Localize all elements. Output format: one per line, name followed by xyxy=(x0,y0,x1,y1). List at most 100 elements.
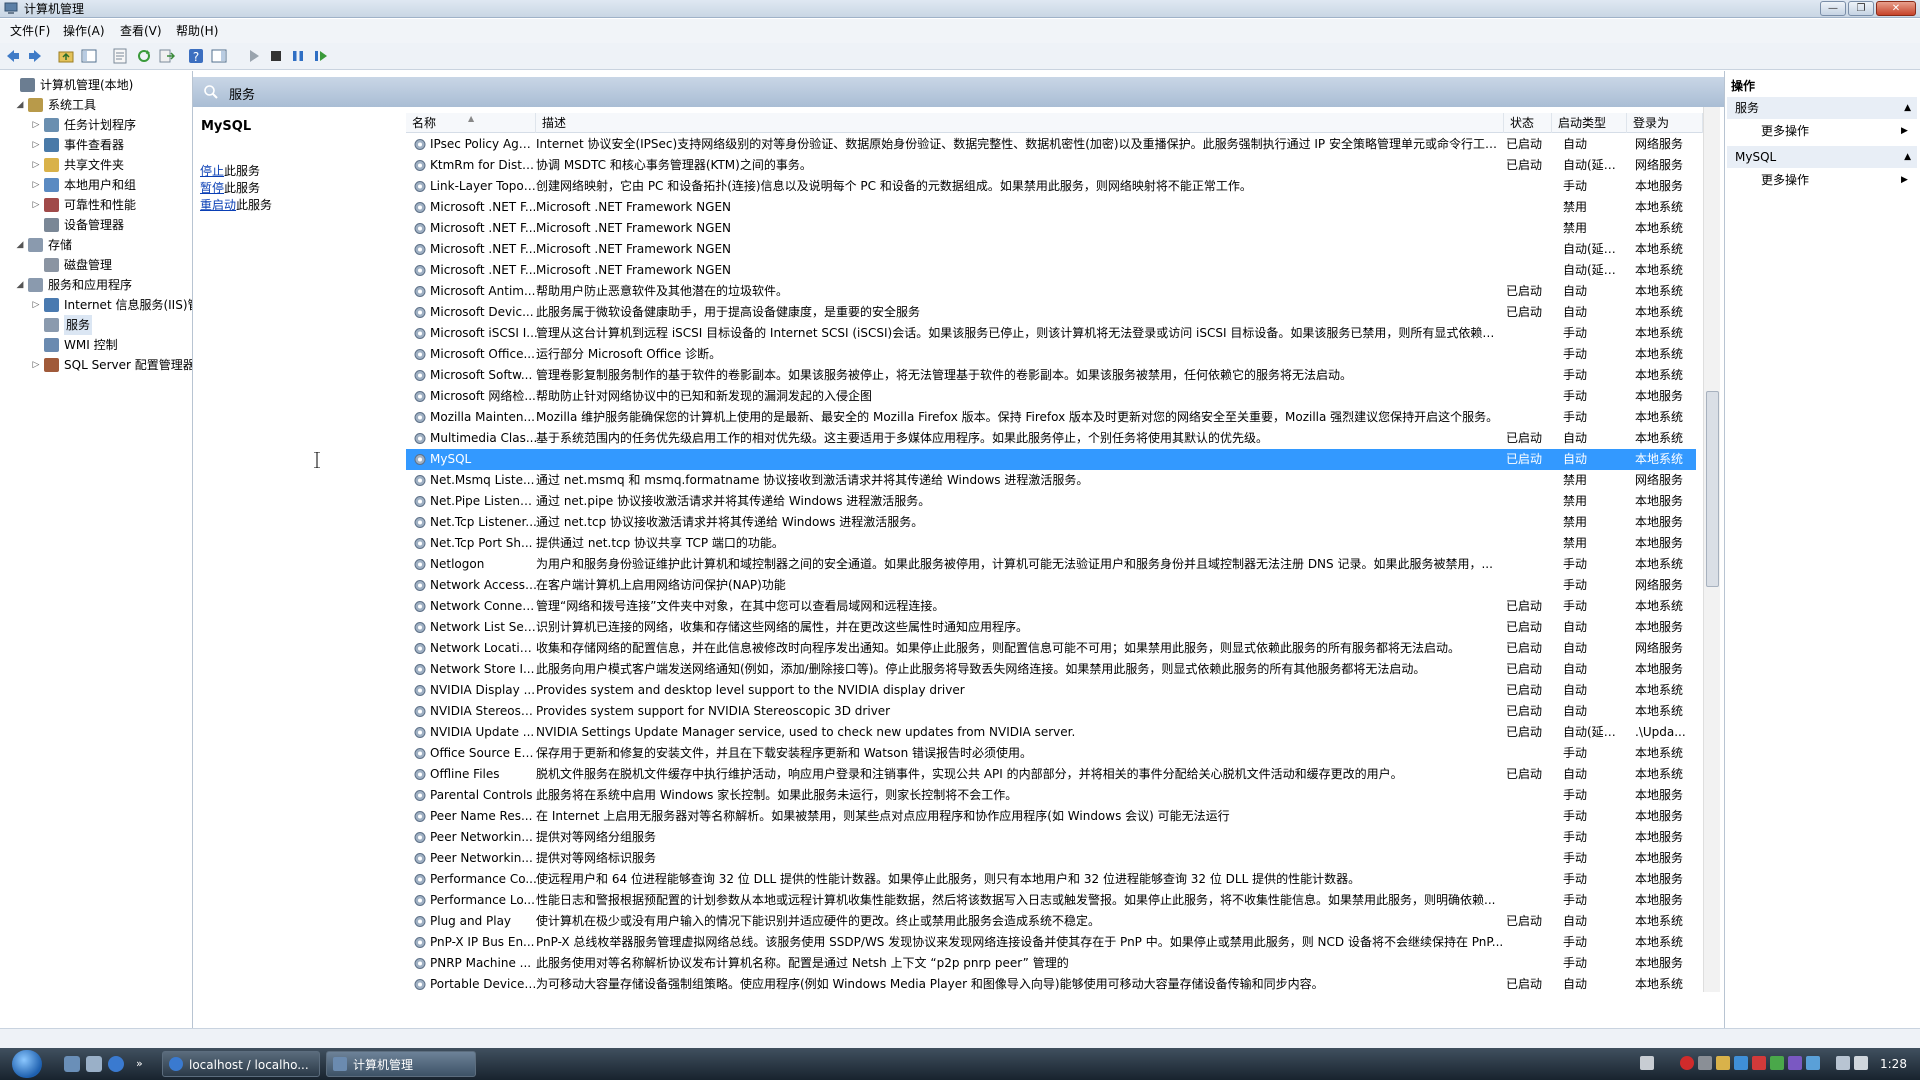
collapse-arrow-icon[interactable]: ◢ xyxy=(14,95,26,115)
start-service-icon[interactable] xyxy=(246,48,262,64)
table-row[interactable]: MySQL 已启动 自动 本地系统 xyxy=(406,449,1696,470)
column-header-description[interactable]: 描述 xyxy=(536,113,1504,133)
table-row[interactable]: Microsoft .NET F... Microsoft .NET Framew… xyxy=(406,197,1696,218)
column-header-startup-type[interactable]: 启动类型 xyxy=(1552,113,1627,133)
task-computer-management[interactable]: 计算机管理 xyxy=(326,1051,476,1077)
show-desktop-icon[interactable] xyxy=(64,1056,80,1072)
volume-icon[interactable] xyxy=(1854,1056,1868,1070)
program-icon[interactable] xyxy=(1698,1056,1712,1070)
expand-arrow-icon[interactable]: ▷ xyxy=(30,355,42,375)
close-button[interactable]: ✕ xyxy=(1876,1,1916,16)
restart-service-icon[interactable] xyxy=(313,48,329,64)
more-actions-mysql[interactable]: 更多操作 ▶ xyxy=(1761,169,1908,191)
table-row[interactable]: Microsoft Antim... 帮助用户防止恶意软件及其他潜在的垃圾软件。 已… xyxy=(406,281,1696,302)
column-header-name[interactable]: ▲ 名称 xyxy=(406,113,536,133)
table-row[interactable]: PNRP Machine ... 此服务使用对等名称解析协议发布计算机名称。配置是… xyxy=(406,953,1696,974)
table-row[interactable]: Office Source En... 保存用于更新和修复的安装文件，并且在下载安… xyxy=(406,743,1696,764)
table-row[interactable]: NVIDIA Display ... Provides system and de… xyxy=(406,680,1696,701)
properties-icon[interactable] xyxy=(112,48,128,64)
clock[interactable]: 1:28 xyxy=(1880,1048,1907,1080)
export-list-icon[interactable] xyxy=(159,48,175,64)
expand-arrow-icon[interactable]: ▷ xyxy=(30,295,42,315)
table-row[interactable]: Net.Pipe Listene... 通过 net.pipe 协议接收激活请求并… xyxy=(406,491,1696,512)
keyboard-icon[interactable] xyxy=(1640,1056,1654,1070)
refresh-icon[interactable] xyxy=(136,48,152,64)
pause-service-link[interactable]: 暂停 xyxy=(200,181,224,195)
table-row[interactable]: IPsec Policy Agent Internet 协议安全(IPSec)支持… xyxy=(406,134,1696,155)
table-row[interactable]: Network Locatio... 收集和存储网络的配置信息，并在此信息被修改时… xyxy=(406,638,1696,659)
table-row[interactable]: Microsoft Office... 运行部分 Microsoft Office… xyxy=(406,344,1696,365)
up-folder-icon[interactable] xyxy=(58,48,74,64)
table-row[interactable]: Network Access ... 在客户端计算机上启用网络访问保护(NAP)功… xyxy=(406,575,1696,596)
menu-file[interactable]: 文件(F) xyxy=(10,23,50,39)
forward-icon[interactable] xyxy=(27,48,43,64)
table-row[interactable]: Microsoft .NET F... Microsoft .NET Framew… xyxy=(406,239,1696,260)
table-row[interactable]: Microsoft Softw... 管理卷影复制服务制作的基于软件的卷影副本。如… xyxy=(406,365,1696,386)
maximize-button[interactable]: ❐ xyxy=(1848,1,1874,16)
table-row[interactable]: KtmRm for Distri... 协调 MSDTC 和核心事务管理器(KTM… xyxy=(406,155,1696,176)
table-row[interactable]: NVIDIA Update ... NVIDIA Settings Update … xyxy=(406,722,1696,743)
table-row[interactable]: Network List Ser... 识别计算机已连接的网络，收集和存储这些网络… xyxy=(406,617,1696,638)
minimize-button[interactable]: — xyxy=(1820,1,1846,16)
more-actions-services[interactable]: 更多操作 ▶ xyxy=(1761,120,1908,142)
app-tray-icon[interactable] xyxy=(1788,1056,1802,1070)
expand-arrow-icon[interactable]: ▷ xyxy=(30,175,42,195)
column-header-log-on-as[interactable]: 登录为 xyxy=(1627,113,1703,133)
show-tree-icon[interactable] xyxy=(81,48,97,64)
show-action-pane-icon[interactable] xyxy=(211,48,227,64)
start-button[interactable] xyxy=(12,1050,42,1078)
column-header-status[interactable]: 状态 xyxy=(1504,113,1552,133)
task-browser[interactable]: localhost / localho... xyxy=(162,1051,320,1077)
collapse-arrow-icon[interactable]: ◢ xyxy=(14,235,26,255)
table-row[interactable]: Peer Name Res... 在 Internet 上启用无服务器对等名称解析… xyxy=(406,806,1696,827)
expand-arrow-icon[interactable]: ▷ xyxy=(30,195,42,215)
table-row[interactable]: Net.Tcp Port Sh... 提供通过 net.tcp 协议共享 TCP … xyxy=(406,533,1696,554)
table-row[interactable]: Multimedia Clas... 基于系统范围内的任务优先级启用工作的相对优先… xyxy=(406,428,1696,449)
table-row[interactable]: Microsoft Devic... 此服务属于微软设备健康助手，用于提高设备健康… xyxy=(406,302,1696,323)
network-status-icon[interactable] xyxy=(1836,1056,1850,1070)
stop-service-link[interactable]: 停止 xyxy=(200,164,224,178)
stop-service-icon[interactable] xyxy=(268,48,284,64)
menu-help[interactable]: 帮助(H) xyxy=(176,23,218,39)
table-row[interactable]: Netlogon 为用户和服务身份验证维护此计算机和域控制器之间的安全通道。如果此… xyxy=(406,554,1696,575)
expand-arrow-icon[interactable]: ▷ xyxy=(30,155,42,175)
notification-icon[interactable] xyxy=(1716,1056,1730,1070)
table-row[interactable]: Performance Lo... 性能日志和警报根据预配置的计划参数从本地或远程… xyxy=(406,890,1696,911)
security-alert-icon[interactable] xyxy=(1680,1056,1694,1070)
menu-view[interactable]: 查看(V) xyxy=(120,23,162,39)
restart-service-link[interactable]: 重启动 xyxy=(200,198,236,212)
table-row[interactable]: Peer Networkin... 提供对等网络分组服务 手动 本地服务 xyxy=(406,827,1696,848)
update-icon[interactable] xyxy=(1770,1056,1784,1070)
action-group-mysql[interactable]: MySQL ▲ xyxy=(1727,146,1917,168)
table-row[interactable]: Microsoft 网络检... 帮助防止针对网络协议中的已知和新发现的漏洞发起的… xyxy=(406,386,1696,407)
internet-explorer-icon[interactable] xyxy=(108,1056,124,1072)
network-icon[interactable] xyxy=(1734,1056,1748,1070)
table-row[interactable]: Microsoft .NET F... Microsoft .NET Framew… xyxy=(406,260,1696,281)
display-icon[interactable] xyxy=(1806,1056,1820,1070)
action-group-services[interactable]: 服务 ▲ xyxy=(1727,97,1917,119)
switch-windows-icon[interactable] xyxy=(86,1056,102,1072)
table-row[interactable]: Peer Networkin... 提供对等网络标识服务 手动 本地服务 xyxy=(406,848,1696,869)
quick-launch-expand-icon[interactable]: » xyxy=(136,1056,152,1072)
table-row[interactable]: Net.Tcp Listener... 通过 net.tcp 协议接收激活请求并将… xyxy=(406,512,1696,533)
table-row[interactable]: Portable Device ... 为可移动大容量存储设备强制组策略。使应用程… xyxy=(406,974,1696,992)
menu-action[interactable]: 操作(A) xyxy=(63,23,105,39)
list-vertical-scrollbar[interactable] xyxy=(1703,107,1720,992)
expand-arrow-icon[interactable]: ▷ xyxy=(30,135,42,155)
table-row[interactable]: Mozilla Mainten... Mozilla 维护服务能确保您的计算机上使… xyxy=(406,407,1696,428)
expand-arrow-icon[interactable]: ▷ xyxy=(30,115,42,135)
scrollbar-thumb[interactable] xyxy=(1706,391,1719,587)
table-row[interactable]: NVIDIA Stereosc... Provides system suppor… xyxy=(406,701,1696,722)
table-row[interactable]: Microsoft .NET F... Microsoft .NET Framew… xyxy=(406,218,1696,239)
table-row[interactable]: Link-Layer Topol... 创建网络映射，它由 PC 和设备拓扑(连接… xyxy=(406,176,1696,197)
table-row[interactable]: Performance Co... 使远程用户和 64 位进程能够查询 32 位 … xyxy=(406,869,1696,890)
table-row[interactable]: Offline Files 脱机文件服务在脱机文件缓存中执行维护活动，响应用户登录… xyxy=(406,764,1696,785)
table-row[interactable]: Microsoft iSCSI I... 管理从这台计算机到远程 iSCSI 目标… xyxy=(406,323,1696,344)
table-row[interactable]: Plug and Play 使计算机在极少或没有用户输入的情况下能识别并适应硬件的… xyxy=(406,911,1696,932)
help-icon[interactable]: ? xyxy=(188,48,204,64)
table-row[interactable]: Network Connec... 管理“网络和拨号连接”文件夹中对象，在其中您可… xyxy=(406,596,1696,617)
table-row[interactable]: Network Store I... 此服务向用户模式客户端发送网络通知(例如，添… xyxy=(406,659,1696,680)
antivirus-icon[interactable] xyxy=(1752,1056,1766,1070)
table-row[interactable]: PnP-X IP Bus En... PnP-X 总线枚举器服务管理虚拟网络总线。… xyxy=(406,932,1696,953)
table-row[interactable]: Parental Controls 此服务将在系统中启用 Windows 家长控制… xyxy=(406,785,1696,806)
